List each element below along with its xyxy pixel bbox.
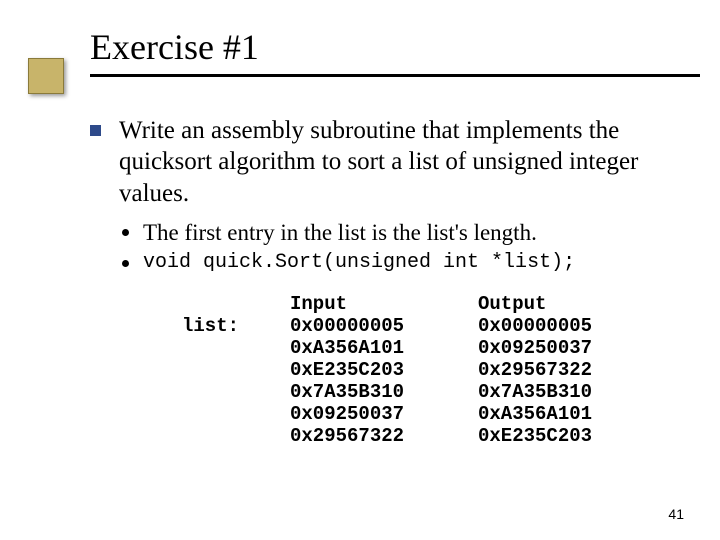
input-cell: 0xE235C203 (290, 359, 460, 381)
output-cell: 0x09250037 (478, 337, 648, 359)
input-cell: 0x00000005 (290, 315, 460, 337)
output-cell: 0x7A35B310 (478, 381, 648, 403)
io-table: list: Input 0x00000005 0xA356A101 0xE235… (182, 293, 660, 447)
sub-bullet-list: The first entry in the list is the list'… (122, 219, 660, 447)
list-label: list: (182, 315, 272, 337)
output-cell: 0x29567322 (478, 359, 648, 381)
output-header: Output (478, 293, 648, 315)
decorative-box (28, 58, 64, 94)
main-bullet-text: Write an assembly subroutine that implem… (119, 115, 660, 209)
square-bullet-icon (90, 125, 101, 136)
slide: Exercise #1 Write an assembly subroutine… (0, 0, 720, 540)
input-cell: 0xA356A101 (290, 337, 460, 359)
dot-bullet-icon (122, 229, 129, 236)
input-cell: 0x29567322 (290, 425, 460, 447)
bullet-level2: void quick.Sort(unsigned int *list); (122, 250, 660, 275)
output-cell: 0xA356A101 (478, 403, 648, 425)
body: Write an assembly subroutine that implem… (40, 115, 680, 447)
title-area: Exercise #1 (40, 26, 680, 77)
input-cell: 0x09250037 (290, 403, 460, 425)
input-column: Input 0x00000005 0xA356A101 0xE235C203 0… (290, 293, 460, 447)
output-cell: 0xE235C203 (478, 425, 648, 447)
sub-bullet-b: void quick.Sort(unsigned int *list); (143, 250, 575, 275)
output-cell: 0x00000005 (478, 315, 648, 337)
dot-bullet-icon (122, 260, 129, 267)
slide-title: Exercise #1 (90, 26, 680, 68)
page-number: 41 (668, 506, 684, 522)
bullet-level1: Write an assembly subroutine that implem… (90, 115, 660, 209)
title-underline (90, 74, 700, 77)
input-header: Input (290, 293, 460, 315)
input-cell: 0x7A35B310 (290, 381, 460, 403)
table-label-col: list: (182, 293, 272, 447)
bullet-level2: The first entry in the list is the list'… (122, 219, 660, 248)
output-column: Output 0x00000005 0x09250037 0x29567322 … (478, 293, 648, 447)
sub-bullet-a: The first entry in the list is the list'… (143, 219, 537, 248)
